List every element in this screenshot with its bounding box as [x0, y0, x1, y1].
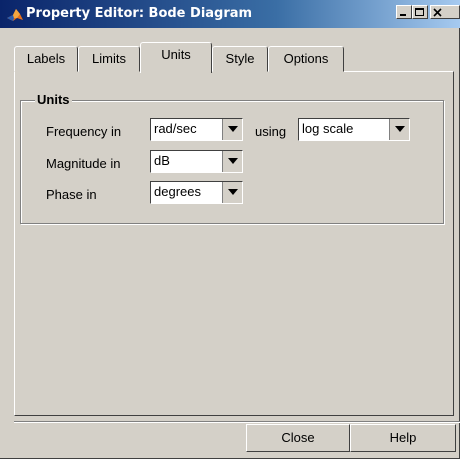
- triangle-down-icon: [228, 189, 238, 195]
- frequency-scale-select[interactable]: log scale: [298, 118, 410, 141]
- matlab-logo-icon: [7, 9, 23, 21]
- triangle-down-icon: [395, 126, 405, 132]
- minimize-button[interactable]: [396, 5, 412, 19]
- tab-label: Options: [283, 51, 329, 66]
- magnitude-units-select[interactable]: dB: [150, 150, 243, 173]
- footer-divider: [14, 421, 460, 423]
- frequency-label: Frequency in: [46, 124, 122, 139]
- magnitude-units-value: dB: [154, 153, 170, 168]
- phase-label: Phase in: [46, 187, 97, 202]
- close-window-button[interactable]: [430, 5, 460, 19]
- maximize-button[interactable]: [412, 5, 428, 19]
- using-label: using: [255, 124, 287, 139]
- help-button-label: Help: [389, 430, 417, 445]
- tab-label: Units: [161, 47, 191, 62]
- close-icon: [433, 8, 442, 17]
- dropdown-arrow-button[interactable]: [222, 182, 242, 203]
- close-button[interactable]: Close: [246, 424, 350, 452]
- tab-limits[interactable]: Limits: [78, 46, 140, 72]
- help-button[interactable]: Help: [350, 424, 456, 452]
- magnitude-label: Magnitude in: [46, 156, 121, 171]
- tab-label: Style: [225, 51, 255, 66]
- tab-label: Labels: [26, 51, 66, 66]
- triangle-down-icon: [228, 158, 238, 164]
- tab-units[interactable]: Units: [140, 42, 212, 73]
- tab-label: Limits: [92, 51, 126, 66]
- title-bar[interactable]: Property Editor: Bode Diagram: [0, 0, 460, 28]
- phase-units-select[interactable]: degrees: [150, 181, 243, 204]
- dropdown-arrow-button[interactable]: [222, 119, 242, 140]
- tab-labels[interactable]: Labels: [14, 46, 78, 72]
- dropdown-arrow-button[interactable]: [389, 119, 409, 140]
- frequency-units-select[interactable]: rad/sec: [150, 118, 243, 141]
- close-button-label: Close: [281, 430, 315, 445]
- property-editor-window: Property Editor: Bode Diagram Labels Lim…: [0, 0, 460, 459]
- phase-units-value: degrees: [154, 184, 201, 199]
- dropdown-arrow-button[interactable]: [222, 151, 242, 172]
- units-group-title: Units: [35, 92, 72, 107]
- minimize-icon: [400, 14, 406, 16]
- frequency-units-value: rad/sec: [154, 121, 197, 136]
- triangle-down-icon: [228, 126, 238, 132]
- window-title: Property Editor: Bode Diagram: [26, 6, 253, 21]
- tab-style[interactable]: Style: [212, 46, 268, 72]
- maximize-icon: [415, 8, 424, 16]
- tab-options[interactable]: Options: [268, 46, 344, 72]
- frequency-scale-value: log scale: [302, 121, 354, 136]
